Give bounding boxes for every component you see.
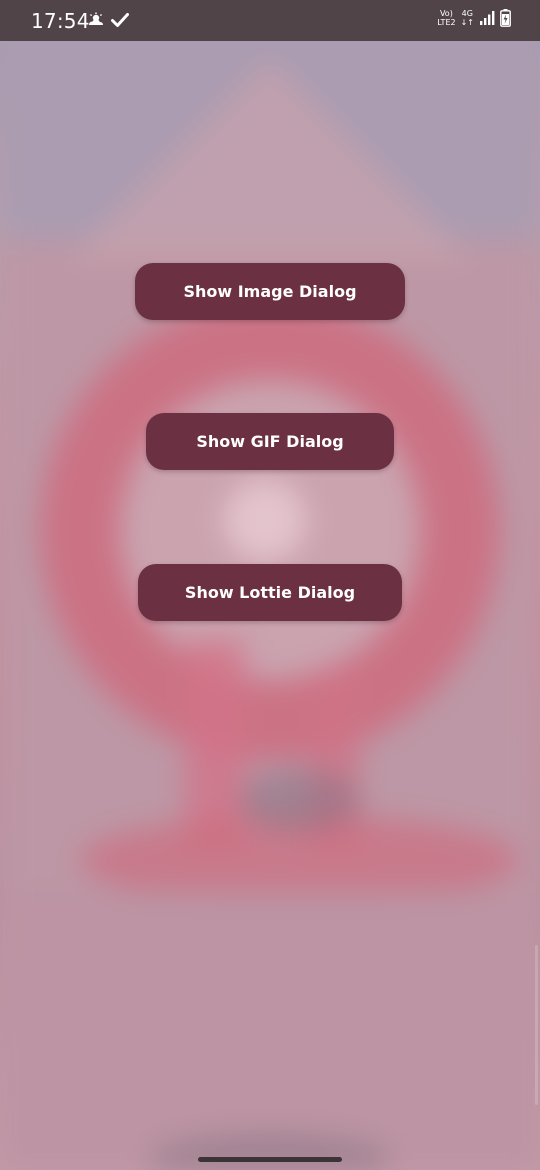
status-right-icons: Vo) LTE2 4G ↓↑: [437, 9, 511, 27]
check-icon: [111, 12, 129, 28]
data-arrows-text: ↓↑: [460, 18, 474, 27]
network-volte-text: Vo): [439, 9, 453, 18]
status-left-icons: [87, 12, 129, 28]
generation-text: 4G: [461, 9, 473, 18]
show-image-dialog-button[interactable]: Show Image Dialog: [135, 263, 405, 320]
network-label: Vo) LTE2: [437, 9, 455, 27]
show-gif-dialog-button[interactable]: Show GIF Dialog: [146, 413, 394, 470]
status-bar: 17:54 Vo) LTE2 4G ↓↑: [0, 0, 540, 41]
signal-icon: [479, 10, 495, 26]
status-time: 17:54: [31, 9, 90, 33]
network-lte-text: LTE2: [437, 18, 456, 27]
weather-cloud-sun-icon: [87, 12, 105, 28]
app-screen: 17:54 Vo) LTE2 4G ↓↑ Show Image Dialog S…: [0, 0, 540, 1170]
generation-label: 4G ↓↑: [461, 9, 474, 27]
home-indicator[interactable]: [198, 1157, 342, 1162]
show-lottie-dialog-button[interactable]: Show Lottie Dialog: [138, 564, 402, 621]
scroll-edge-highlight: [535, 945, 538, 1105]
battery-charging-icon: [500, 9, 511, 27]
